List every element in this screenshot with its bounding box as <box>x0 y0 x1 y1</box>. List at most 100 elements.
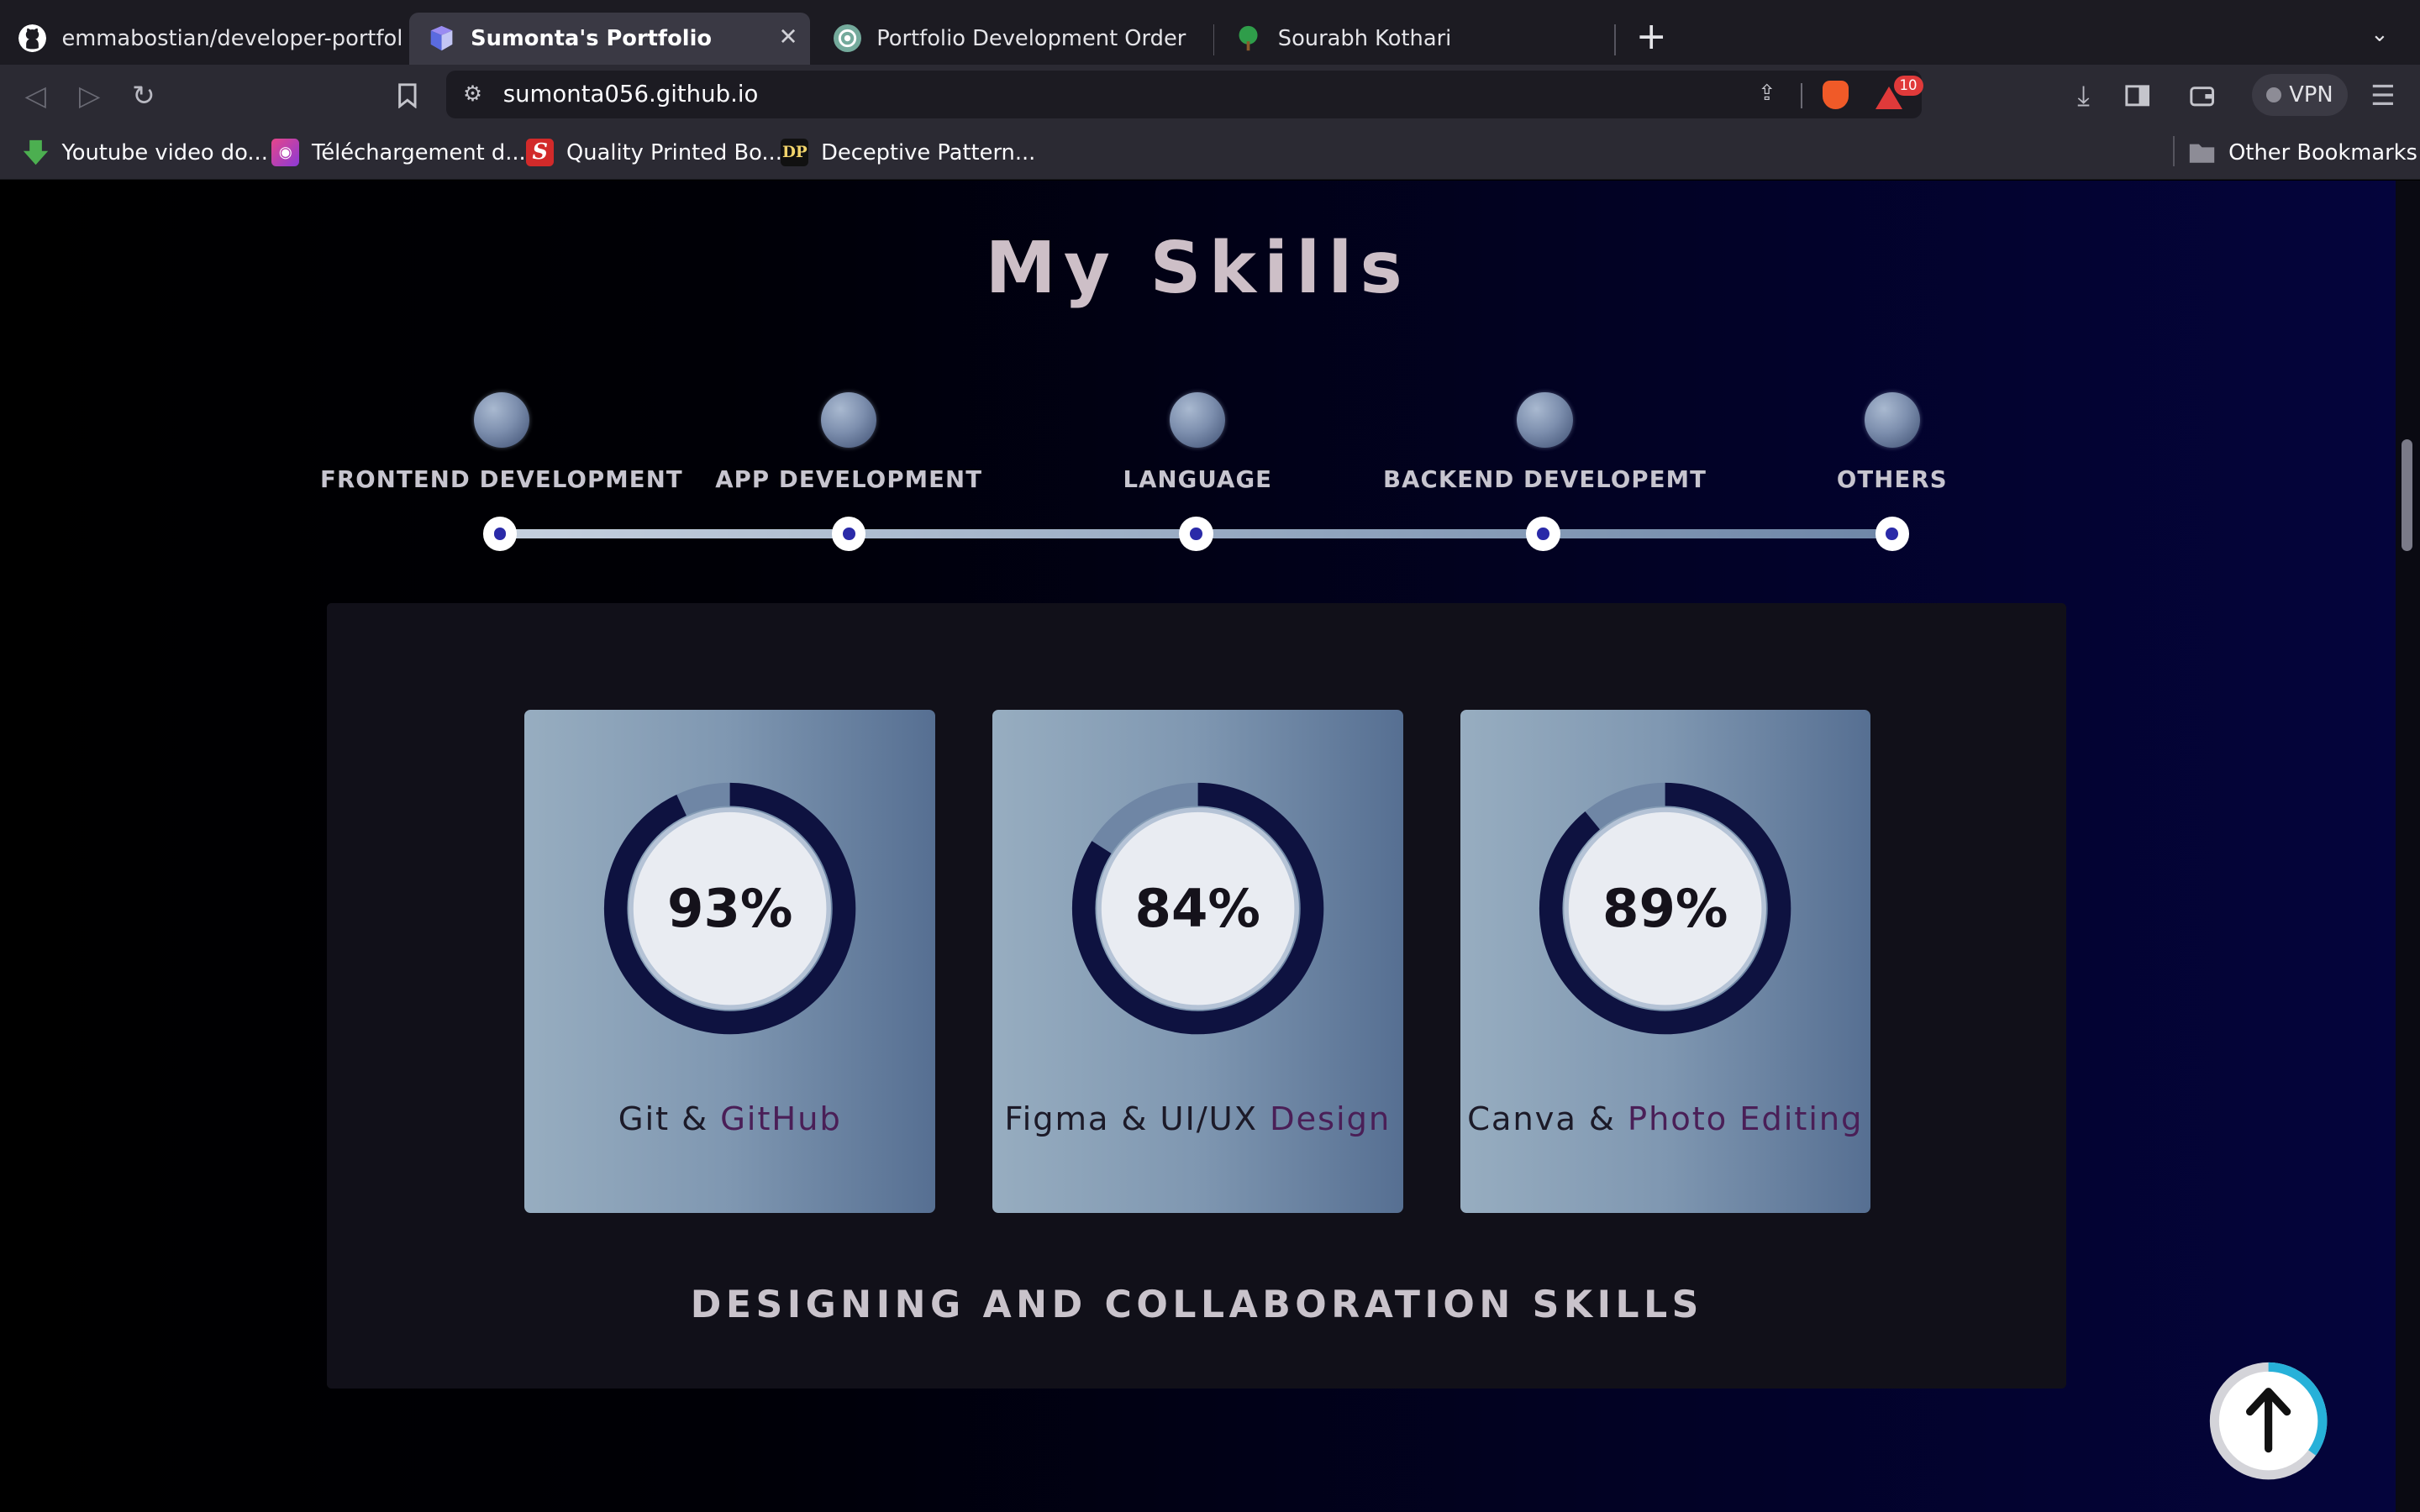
tab-title: Sumonta's Portfolio <box>471 25 713 51</box>
github-icon <box>18 24 47 53</box>
bookmarks-bar: Youtube video do... ◉ Téléchargement d..… <box>0 126 2420 181</box>
category-label: LANGUAGE <box>1123 465 1273 493</box>
portfolio-icon <box>430 26 453 51</box>
download-arrow-icon <box>23 140 48 165</box>
share-icon[interactable]: ⇪ <box>1758 81 1776 106</box>
skill-percent: 89% <box>1602 878 1728 940</box>
other-bookmarks[interactable]: Other Bookmarks <box>2188 137 2417 168</box>
category-label: OTHERS <box>1836 465 1948 493</box>
bookmark-deceptive-patterns[interactable]: DP Deceptive Pattern... <box>781 137 1035 168</box>
brave-shields-icon[interactable] <box>1823 80 1849 110</box>
category-orb <box>1864 391 1920 448</box>
tab-portfolio[interactable]: Sumonta's Portfolio ✕ <box>408 12 811 66</box>
skills-title: My Skills <box>985 226 1410 309</box>
tab-chatgpt[interactable]: Portfolio Development Order <box>815 13 1213 65</box>
tab-github[interactable]: emmabostian/developer-portfolios: <box>0 13 404 65</box>
tab-sourabh[interactable]: Sourabh Kothari <box>1216 13 1614 65</box>
tab-title: emmabostian/developer-portfolios: <box>61 25 405 51</box>
category-orb <box>821 391 877 448</box>
skill-name-accent: Photo Editing <box>1627 1100 1864 1138</box>
bookmark-label: Deceptive Pattern... <box>821 139 1036 165</box>
chatgpt-icon <box>833 24 861 53</box>
skill-name: Canva & Photo Editing <box>1460 1100 1871 1138</box>
camera-icon: ◉ <box>271 139 300 167</box>
skill-name: Git & GitHub <box>524 1100 935 1138</box>
bookmark-label: Youtube video do... <box>61 139 268 165</box>
skill-card-git: 93% Git & GitHub <box>524 709 936 1213</box>
tab-title: Sourabh Kothari <box>1277 25 1452 51</box>
category-orb <box>1517 391 1573 448</box>
vpn-status-icon <box>2265 87 2282 103</box>
category-language[interactable]: LANGUAGE <box>1013 391 1383 516</box>
site-settings-icon[interactable]: ⚙ <box>463 81 482 107</box>
skill-percent: 84% <box>1134 878 1260 940</box>
tab-separator <box>1213 24 1215 56</box>
category-app[interactable]: APP DEVELOPMENT <box>664 391 1034 516</box>
skill-name-accent: GitHub <box>720 1100 842 1138</box>
skill-card-canva: 89% Canva & Photo Editing <box>1460 709 1871 1213</box>
new-tab-button[interactable]: + <box>1633 18 1670 55</box>
bookmark-label: Téléchargement d... <box>311 139 526 165</box>
category-others[interactable]: OTHERS <box>1707 391 2077 516</box>
timeline-node-app[interactable] <box>831 517 866 551</box>
timeline-node-others[interactable] <box>1875 517 1909 551</box>
skill-card-figma: 84% Figma & UI/UX Design <box>992 709 1403 1213</box>
scroll-to-top-button[interactable] <box>2208 1361 2328 1481</box>
vpn-label: VPN <box>2289 81 2333 108</box>
close-tab-icon[interactable]: ✕ <box>778 24 797 50</box>
scroll-progress-ring <box>2210 1362 2328 1480</box>
category-label: BACKEND DEVELOPEMT <box>1382 465 1707 493</box>
category-frontend[interactable]: FRONTEND DEVELOPMENT <box>317 391 687 516</box>
bookmark-icon[interactable] <box>389 77 426 114</box>
page-viewport: My Skills FRONTEND DEVELOPMENT APP DEVEL… <box>0 180 2396 1512</box>
sidebar-toggle-icon[interactable] <box>2119 77 2156 114</box>
tab-bar: emmabostian/developer-portfolios: Sumont… <box>0 0 2420 75</box>
wallet-icon[interactable] <box>2184 77 2221 114</box>
vpn-button[interactable]: VPN <box>2251 74 2348 116</box>
category-orb <box>1170 391 1226 448</box>
forward-arrow-icon[interactable]: ▷ <box>71 77 108 114</box>
skill-name-main: Figma & UI/UX <box>1004 1100 1270 1138</box>
timeline-node-language[interactable] <box>1179 517 1213 551</box>
back-arrow-icon[interactable]: ◁ <box>17 77 54 114</box>
skills-panel: 93% Git & GitHub 84% Figma & UI/UX Desig… <box>327 603 2067 1389</box>
category-orb <box>473 391 529 448</box>
category-backend[interactable]: BACKEND DEVELOPEMT <box>1360 391 1730 516</box>
skill-name: Figma & UI/UX Design <box>992 1100 1403 1138</box>
folder-icon <box>2190 144 2215 163</box>
bookmark-telechargement[interactable]: ◉ Téléchargement d... <box>271 137 526 168</box>
url-divider <box>1801 83 1803 108</box>
dp-logo-icon: DP <box>781 139 809 167</box>
panel-caption: DESIGNING AND COLLABORATION SKILLS <box>690 1284 1703 1327</box>
timeline-node-frontend[interactable] <box>482 517 518 551</box>
tab-separator <box>1614 24 1617 56</box>
url-text[interactable]: sumonta056.github.io <box>503 81 759 108</box>
bookmark-youtube-downloader[interactable]: Youtube video do... <box>22 137 268 168</box>
reload-icon[interactable]: ↻ <box>125 77 162 114</box>
scrollbar-thumb[interactable] <box>2401 439 2412 551</box>
rewards-badge: 10 <box>1893 75 1923 96</box>
address-bar[interactable]: ⚙ sumonta056.github.io ⇪ 10 <box>445 71 1923 119</box>
progress-ring: 84% <box>1071 782 1324 1035</box>
page-scrollbar[interactable] <box>2395 180 2420 1512</box>
bookmarks-separator <box>2173 135 2175 167</box>
other-bookmarks-label: Other Bookmarks <box>2228 139 2417 165</box>
timeline-node-backend[interactable] <box>1526 517 1560 551</box>
downloads-icon[interactable]: ⤓ <box>2065 77 2102 114</box>
skill-percent: 93% <box>667 878 793 940</box>
skill-name-main: Canva & <box>1467 1100 1628 1138</box>
skill-name-accent: Design <box>1269 1100 1392 1138</box>
tab-title: Portfolio Development Order <box>876 25 1186 51</box>
skill-name-main: Git & <box>618 1100 721 1138</box>
category-label: APP DEVELOPMENT <box>715 465 983 493</box>
browser-toolbar: ◁ ▷ ↻ ⚙ sumonta056.github.io ⇪ 10 ⤓ VPN … <box>0 65 2420 127</box>
progress-ring: 93% <box>603 782 856 1035</box>
menu-icon[interactable]: ☰ <box>2365 77 2402 114</box>
s-logo-icon: S <box>526 139 555 167</box>
progress-ring: 89% <box>1539 782 1791 1035</box>
bookmark-label: Quality Printed Bo... <box>566 139 782 165</box>
bookmark-quality-printed[interactable]: S Quality Printed Bo... <box>526 137 782 168</box>
tab-list-chevron-icon[interactable]: ⌄ <box>2370 22 2389 47</box>
category-label: FRONTEND DEVELOPMENT <box>320 465 683 493</box>
tree-icon <box>1239 26 1258 51</box>
